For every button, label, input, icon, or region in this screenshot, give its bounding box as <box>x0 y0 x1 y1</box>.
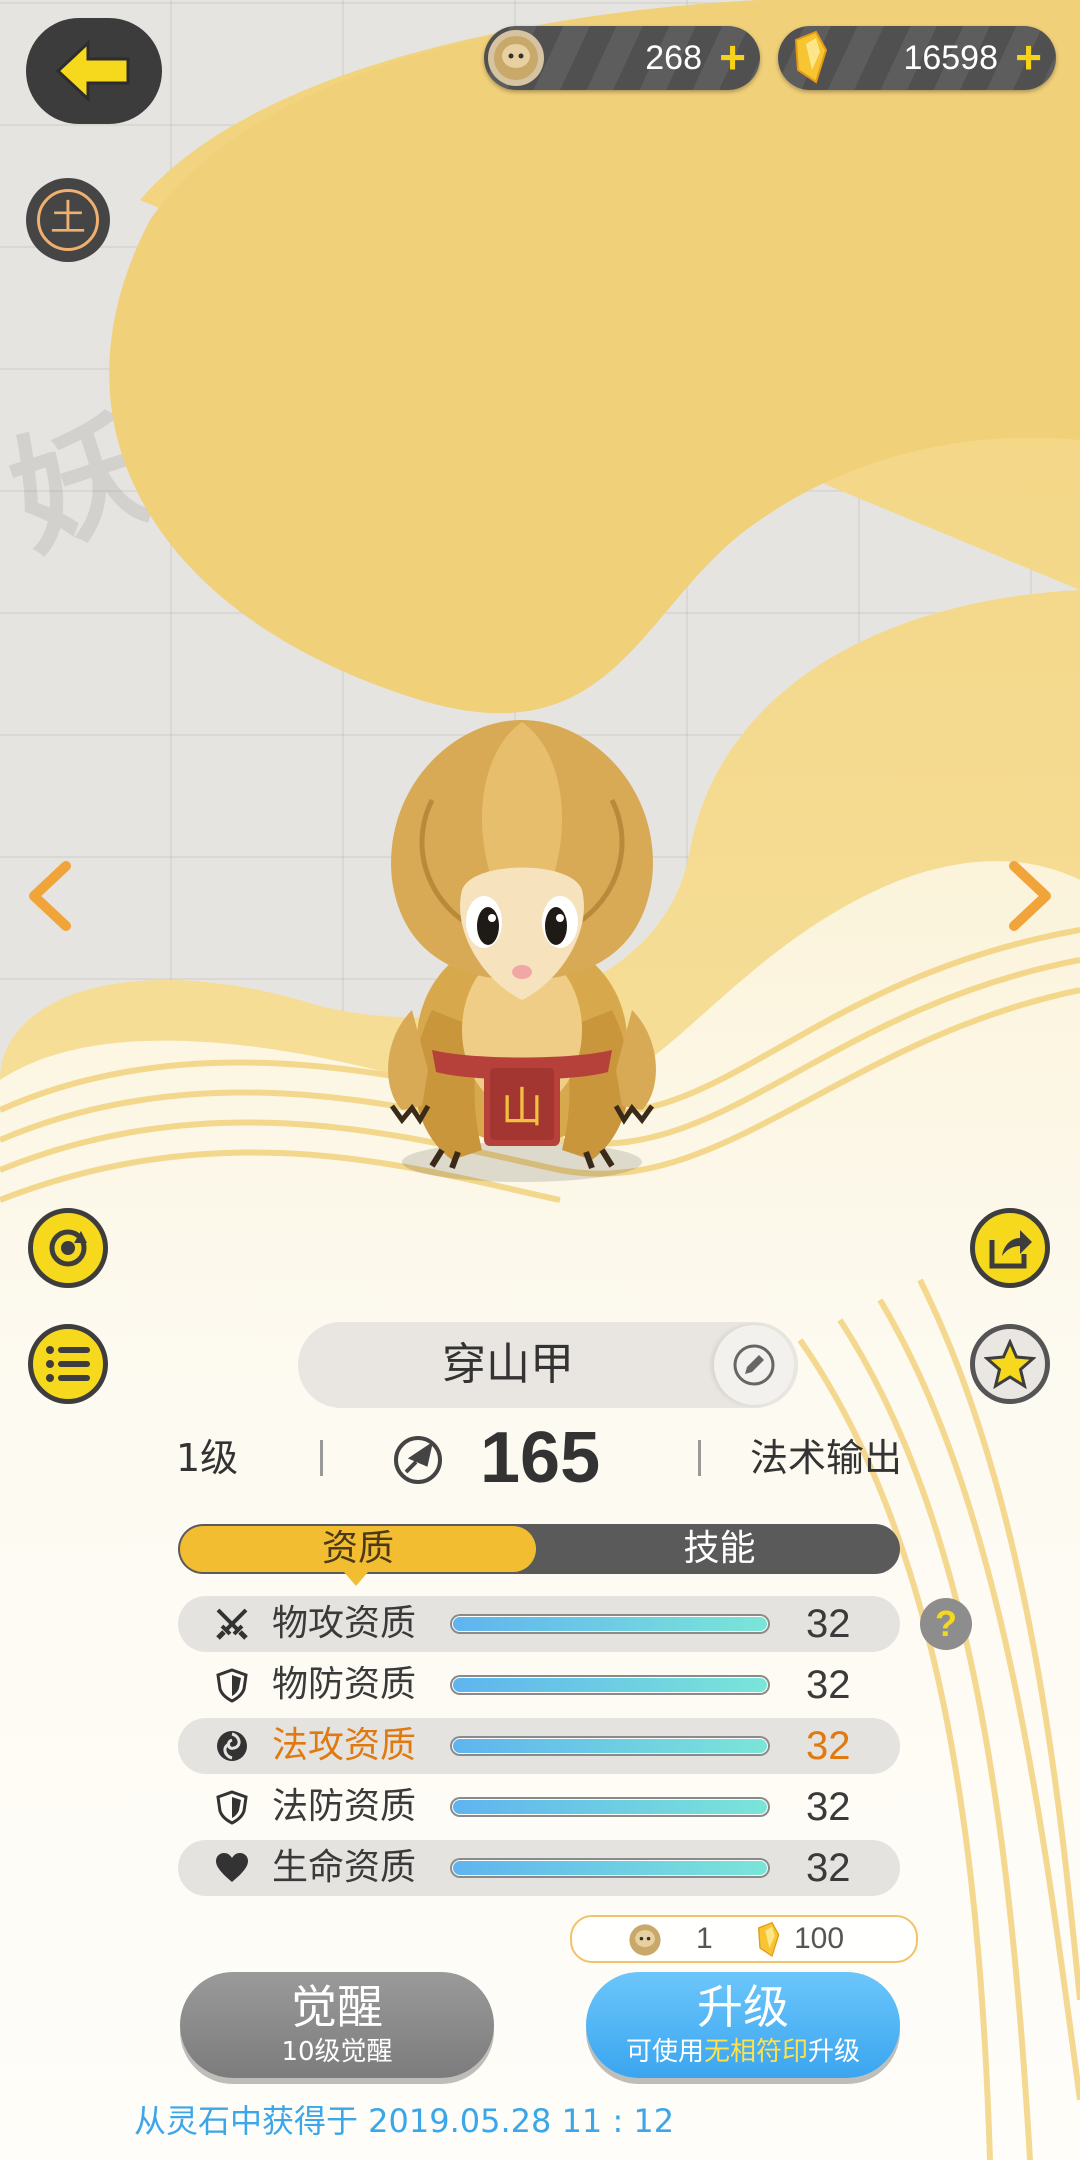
share-icon <box>989 1230 1032 1269</box>
attribute-value: 32 <box>806 1724 851 1768</box>
star-icon <box>984 1339 1036 1389</box>
upgrade-sub-suffix: 升级 <box>808 2037 861 2067</box>
attribute-label: 法攻资质 <box>272 1725 417 1766</box>
attribute-row: 法攻资质 32 <box>178 1718 900 1774</box>
attribute-fill <box>453 1800 767 1814</box>
attribute-label: 物防资质 <box>272 1664 417 1705</box>
belly-glyph: 山 <box>501 1083 543 1132</box>
attribute-fill <box>453 1678 767 1692</box>
pet-summary-line: 1级 165 法术输出 <box>0 1418 1080 1498</box>
help-button[interactable]: ? <box>920 1598 972 1650</box>
add-creature-button[interactable]: + <box>719 26 746 88</box>
tab-skills[interactable]: 技能 <box>539 1524 900 1574</box>
pet-level: 1级 <box>176 1436 239 1480</box>
rotate-icon <box>49 1229 87 1267</box>
crystal-currency-pill[interactable]: 16598 + <box>778 26 1056 90</box>
pet-name-bar: 穿山甲 <box>298 1322 798 1408</box>
pet-role: 法术输出 <box>750 1436 903 1480</box>
attribute-bar <box>450 1858 770 1878</box>
attribute-bar <box>450 1675 770 1695</box>
edit-pencil-icon <box>733 1344 775 1386</box>
attribute-fill <box>453 1739 767 1753</box>
upgrade-button[interactable]: 升级 可使用无相符印升级 <box>586 1972 900 2078</box>
attribute-label: 生命资质 <box>272 1847 417 1888</box>
attribute-value: 32 <box>806 1846 851 1890</box>
add-crystal-button[interactable]: + <box>1015 26 1042 88</box>
attribute-bar <box>450 1736 770 1756</box>
crossed-swords-icon <box>216 1608 248 1640</box>
attribute-row: 物攻资质 32 <box>178 1596 900 1652</box>
creature-coin-icon <box>629 1924 661 1956</box>
creature-cost: 1 <box>696 1922 713 1955</box>
attribute-label: 法防资质 <box>272 1786 417 1827</box>
magic-swirl-icon <box>217 1731 247 1761</box>
attribute-row: 生命资质 32 <box>178 1840 900 1896</box>
next-pet-arrow[interactable] <box>1006 860 1056 932</box>
crystal-icon <box>782 30 838 86</box>
list-icon <box>46 1346 90 1382</box>
attribute-fill <box>453 1617 767 1631</box>
shield-icon <box>216 1790 248 1825</box>
attribute-value: 32 <box>806 1663 851 1707</box>
acquired-info: 从灵石中获得于 2019.05.28 11 : 12 <box>134 2102 675 2140</box>
favorite-button[interactable] <box>970 1324 1050 1404</box>
share-button[interactable] <box>970 1208 1050 1288</box>
back-button[interactable] <box>26 18 162 124</box>
crystal-count: 16598 <box>903 39 998 77</box>
tab-aptitude[interactable]: 资质 <box>180 1526 536 1572</box>
pangolin-pet-model[interactable]: 山 <box>372 710 672 1190</box>
upgrade-label: 升级 <box>697 1980 789 2034</box>
upgrade-item-name: 无相符印 <box>703 2037 808 2067</box>
upgrade-sub-prefix: 可使用 <box>625 2037 704 2067</box>
crystal-icon <box>757 1921 780 1958</box>
creature-currency-pill[interactable]: 268 + <box>484 26 760 90</box>
attribute-label: 物攻资质 <box>272 1603 417 1644</box>
attribute-bar <box>450 1797 770 1817</box>
tab-pointer <box>344 1572 368 1586</box>
upgrade-sub: 可使用无相符印升级 <box>586 2036 900 2068</box>
divider <box>698 1440 701 1476</box>
awaken-sub: 10级觉醒 <box>281 2037 393 2067</box>
detail-tabs: 资质 技能 <box>178 1524 900 1574</box>
shield-icon <box>216 1668 248 1703</box>
attribute-bar <box>450 1614 770 1634</box>
awaken-label: 觉醒 <box>291 1980 383 2034</box>
divider <box>320 1440 323 1476</box>
combat-power-value: 165 <box>480 1418 601 1498</box>
attribute-value: 32 <box>806 1602 851 1646</box>
upgrade-cost-box: 1 100 <box>570 1915 918 1963</box>
attribute-row: 法防资质 32 <box>178 1779 900 1835</box>
pet-name: 穿山甲 <box>442 1339 574 1390</box>
back-arrow-icon <box>55 39 130 103</box>
rotate-view-button[interactable] <box>28 1208 108 1288</box>
rename-button[interactable] <box>714 1325 794 1405</box>
attribute-value: 32 <box>806 1785 851 1829</box>
heart-icon <box>216 1853 248 1882</box>
awaken-button[interactable]: 觉醒 10级觉醒 <box>180 1972 494 2078</box>
crystal-cost: 100 <box>794 1922 845 1955</box>
previous-pet-arrow[interactable] <box>24 860 74 932</box>
earth-element-icon: 土 <box>37 189 99 251</box>
menu-list-button[interactable] <box>28 1324 108 1404</box>
creature-coin-icon <box>488 30 544 86</box>
attribute-fill <box>453 1861 767 1875</box>
element-earth-badge[interactable]: 土 <box>26 178 110 262</box>
attribute-row: 物防资质 32 <box>178 1657 900 1713</box>
combat-power-icon <box>394 1436 442 1484</box>
creature-count: 268 <box>645 39 702 77</box>
